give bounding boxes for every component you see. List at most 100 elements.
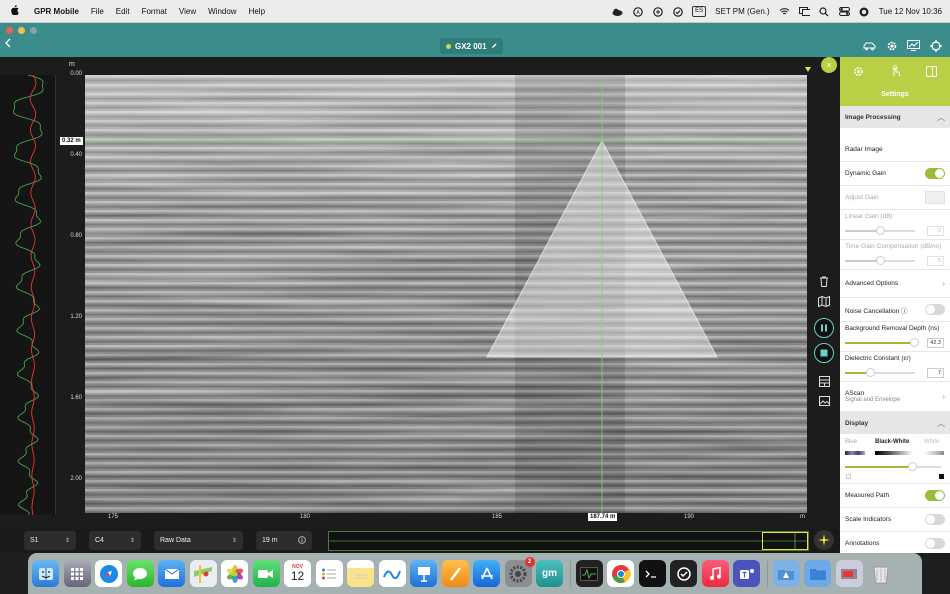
background-removal-value[interactable]: 42.3 <box>927 338 944 348</box>
scale-indicators-toggle[interactable] <box>925 514 945 525</box>
pause-button[interactable] <box>814 318 834 338</box>
terminal-icon[interactable] <box>638 560 666 587</box>
headphones-icon[interactable]: A <box>632 6 643 17</box>
menu-help[interactable]: Help <box>243 7 271 16</box>
palette-white-swatch[interactable] <box>924 451 944 455</box>
app-store-icon[interactable] <box>473 560 500 587</box>
window-length-field[interactable]: 19 m <box>256 531 312 550</box>
wifi-icon[interactable] <box>779 6 790 17</box>
dielectric-constant-value[interactable]: 7 <box>927 368 944 378</box>
clock[interactable]: Tue 12 Nov 10:36 <box>879 7 942 16</box>
advanced-options-row[interactable]: Advanced Options › <box>840 270 950 298</box>
settings-tab-sidebar-icon[interactable] <box>926 65 938 77</box>
info-icon[interactable]: ⓘ <box>901 308 908 315</box>
siri-icon[interactable] <box>859 6 870 17</box>
omnifocus-icon[interactable] <box>670 560 697 587</box>
cloud-icon[interactable] <box>612 6 623 17</box>
scan-overview-strip[interactable] <box>328 531 809 551</box>
display-section-header[interactable]: Display ︿ <box>840 412 950 434</box>
menu-window[interactable]: Window <box>202 7 242 16</box>
safari-icon[interactable] <box>95 560 122 587</box>
gpr-mobile-icon[interactable]: gm <box>536 560 563 587</box>
teams-icon[interactable] <box>733 560 760 587</box>
overview-selection-window[interactable] <box>762 532 808 550</box>
palette-bw-label[interactable]: Black-White <box>875 439 909 445</box>
ascan-row[interactable]: AScan Signal and Envelope › <box>840 382 950 412</box>
finder-icon[interactable] <box>32 560 59 587</box>
menu-file[interactable]: File <box>85 7 110 16</box>
settings-tab-gear-icon[interactable] <box>852 65 864 77</box>
palette-blue-swatch[interactable] <box>845 451 865 455</box>
crosshair-icon[interactable] <box>929 39 942 52</box>
radargram[interactable] <box>85 75 807 513</box>
keynote-icon[interactable] <box>410 560 437 587</box>
image-icon[interactable] <box>815 392 833 410</box>
tgc-slider[interactable] <box>845 256 915 265</box>
input-source-indicator[interactable]: ES <box>692 6 707 17</box>
freeform-icon[interactable] <box>378 560 406 587</box>
menu-format[interactable]: Format <box>136 7 173 16</box>
tgc-value[interactable]: 5 <box>927 256 944 266</box>
downloads-stack-icon[interactable] <box>835 560 863 587</box>
palette-bw-swatch[interactable] <box>875 451 913 455</box>
close-window-button[interactable] <box>6 27 13 34</box>
annotations-toggle[interactable] <box>925 538 945 549</box>
trash-icon[interactable] <box>815 272 833 290</box>
palette-blue-label[interactable]: Blue <box>845 439 857 445</box>
image-processing-section-header[interactable]: Image Processing ︿ <box>840 106 950 128</box>
measured-path-toggle[interactable] <box>925 490 945 501</box>
back-arrow-icon[interactable] <box>4 37 12 50</box>
palette-white-label[interactable]: White <box>924 439 939 445</box>
compass-button[interactable] <box>814 530 834 550</box>
vehicle-icon[interactable] <box>863 39 876 52</box>
settings-tab-touch-icon[interactable] <box>889 65 901 77</box>
gear-icon[interactable] <box>885 39 898 52</box>
layout-icon[interactable] <box>815 372 833 390</box>
monitor-chart-icon[interactable] <box>907 39 920 52</box>
pages-icon[interactable] <box>441 560 469 587</box>
music-icon[interactable] <box>701 560 729 587</box>
folder-icon[interactable] <box>804 560 831 587</box>
control-center-icon[interactable] <box>838 6 850 17</box>
map-icon[interactable] <box>815 292 833 310</box>
data-type-select[interactable]: Raw Data ⇕ <box>154 531 243 550</box>
apple-menu-icon[interactable] <box>0 4 28 18</box>
mail-icon[interactable] <box>158 560 185 587</box>
channel-select[interactable]: C4 ⇕ <box>89 531 141 550</box>
checkmark-circle-icon[interactable] <box>672 6 683 17</box>
linear-gain-slider[interactable] <box>845 226 915 235</box>
close-settings-button[interactable]: × <box>821 57 837 73</box>
palette-contrast-slider[interactable] <box>845 462 941 471</box>
linear-gain-value[interactable]: 0 <box>927 226 944 236</box>
photos-icon[interactable] <box>221 560 248 587</box>
reminders-icon[interactable] <box>315 560 343 587</box>
info-icon[interactable] <box>298 535 306 546</box>
maps-icon[interactable] <box>189 560 217 587</box>
zoom-window-button[interactable] <box>30 27 37 34</box>
system-settings-icon[interactable]: 2 <box>504 557 535 587</box>
dynamic-gain-toggle[interactable] <box>925 168 945 179</box>
messages-icon[interactable] <box>126 560 154 587</box>
activity-monitor-icon[interactable] <box>575 560 603 587</box>
stop-button[interactable] <box>814 343 834 363</box>
screen-mirroring-icon[interactable] <box>798 6 810 17</box>
applications-folder-icon[interactable] <box>772 560 800 587</box>
menu-edit[interactable]: Edit <box>110 7 136 16</box>
notes-icon[interactable] <box>347 560 374 587</box>
device-selector[interactable]: GX2 001 <box>440 38 503 54</box>
trash-bin-icon[interactable] <box>867 560 894 587</box>
facetime-icon[interactable] <box>252 560 280 587</box>
status-text[interactable]: SET PM (Gen.) <box>715 7 770 16</box>
app-menu[interactable]: GPR Mobile <box>28 7 85 16</box>
search-icon[interactable] <box>819 6 830 17</box>
background-removal-slider[interactable] <box>845 338 919 347</box>
dielectric-constant-slider[interactable] <box>845 368 915 377</box>
launchpad-icon[interactable] <box>63 560 91 587</box>
noise-cancellation-toggle[interactable] <box>925 304 945 315</box>
minimize-window-button[interactable] <box>18 27 25 34</box>
adjust-gain-field[interactable] <box>925 191 945 204</box>
menu-view[interactable]: View <box>173 7 202 16</box>
chrome-icon[interactable] <box>607 560 634 587</box>
calendar-icon[interactable]: NOV 12 <box>284 560 311 587</box>
scan-select[interactable]: S1 ⇕ <box>24 531 76 550</box>
